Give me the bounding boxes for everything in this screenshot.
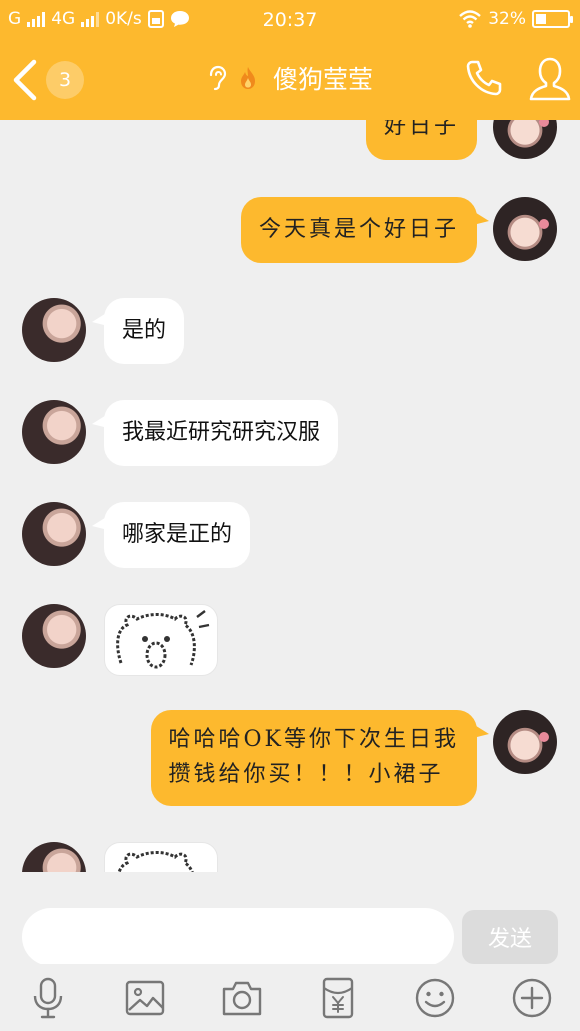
message-text-line-1: 哈哈哈OK等你下次生日我	[168, 727, 459, 752]
hair-flower	[539, 732, 549, 742]
bear-sticker[interactable]	[104, 842, 218, 872]
contact-avatar[interactable]	[22, 842, 86, 872]
message-bubble-outgoing[interactable]: 好日子	[365, 120, 477, 160]
red-packet-icon[interactable]	[316, 976, 360, 1020]
plus-icon[interactable]	[510, 976, 554, 1020]
message-row-incoming	[0, 842, 580, 872]
message-row-outgoing: 好日子	[0, 120, 580, 170]
bear-sticker-image	[116, 610, 210, 669]
earpiece-icon	[209, 65, 227, 91]
input-toolbar	[0, 964, 580, 1031]
message-row-incoming: 哪家是正的	[0, 502, 580, 572]
contact-avatar[interactable]	[22, 298, 86, 362]
send-button[interactable]: 发送	[462, 910, 558, 964]
chat-title-text: 傻狗莹莹	[272, 65, 373, 94]
hair-flower	[539, 219, 549, 229]
contact-avatar[interactable]	[22, 400, 86, 464]
image-icon[interactable]	[123, 976, 167, 1020]
message-bubble-outgoing[interactable]: 今天真是个好日子	[240, 197, 490, 263]
contact-avatar[interactable]	[22, 502, 86, 566]
wifi-icon	[459, 10, 482, 28]
message-row-incoming: 是的	[0, 298, 580, 368]
battery-icon	[532, 10, 573, 28]
top-bar: G 4G 0K/s 20:37 32% 3 傻狗莹莹	[0, 0, 580, 120]
title-icons	[207, 65, 259, 97]
message-bubble-incoming[interactable]: 是的	[91, 298, 185, 364]
message-text: 哪家是正的	[122, 522, 233, 547]
my-avatar[interactable]	[493, 120, 557, 159]
phone-icon[interactable]	[464, 58, 504, 98]
message-text: 我最近研究研究汉服	[122, 420, 321, 445]
message-text: 是的	[122, 318, 167, 343]
battery-fill	[536, 14, 546, 24]
chat-messages[interactable]: 好日子 今天真是个好日子 是的 我最近研究研究汉服 哪家是正的 哈哈哈OK等你下…	[0, 120, 580, 872]
flame-icon	[240, 67, 255, 89]
status-right: 32%	[458, 9, 573, 29]
message-row-incoming: 我最近研究研究汉服	[0, 400, 580, 470]
my-avatar[interactable]	[493, 710, 557, 774]
status-bar: G 4G 0K/s 20:37 32%	[0, 0, 580, 40]
message-input[interactable]	[22, 908, 454, 966]
message-text: 好日子	[383, 120, 459, 139]
my-avatar[interactable]	[493, 197, 557, 261]
emoji-icon[interactable]	[413, 976, 457, 1020]
message-bubble-incoming[interactable]: 哪家是正的	[91, 502, 251, 568]
bear-sticker[interactable]	[104, 604, 218, 676]
bear-sticker-image	[117, 851, 194, 872]
message-text: 今天真是个好日子	[258, 217, 459, 242]
message-bubble-incoming[interactable]: 我最近研究研究汉服	[91, 400, 339, 466]
message-text-line-2: 攒钱给你买！！！小裙子	[168, 762, 444, 787]
camera-icon[interactable]	[220, 976, 264, 1020]
message-row-incoming	[0, 604, 580, 680]
chat-header: 3 傻狗莹莹	[0, 40, 580, 120]
composer-bar: 发送	[0, 872, 580, 966]
battery-percent: 32%	[488, 9, 526, 29]
message-row-outgoing: 哈哈哈OK等你下次生日我 攒钱给你买！！！小裙子	[0, 710, 580, 810]
message-row-outgoing: 今天真是个好日子	[0, 197, 580, 267]
microphone-icon[interactable]	[26, 976, 70, 1020]
profile-icon[interactable]	[528, 56, 572, 102]
contact-avatar[interactable]	[22, 604, 86, 668]
hair-flower	[539, 120, 549, 127]
message-bubble-outgoing[interactable]: 哈哈哈OK等你下次生日我 攒钱给你买！！！小裙子	[150, 710, 490, 806]
